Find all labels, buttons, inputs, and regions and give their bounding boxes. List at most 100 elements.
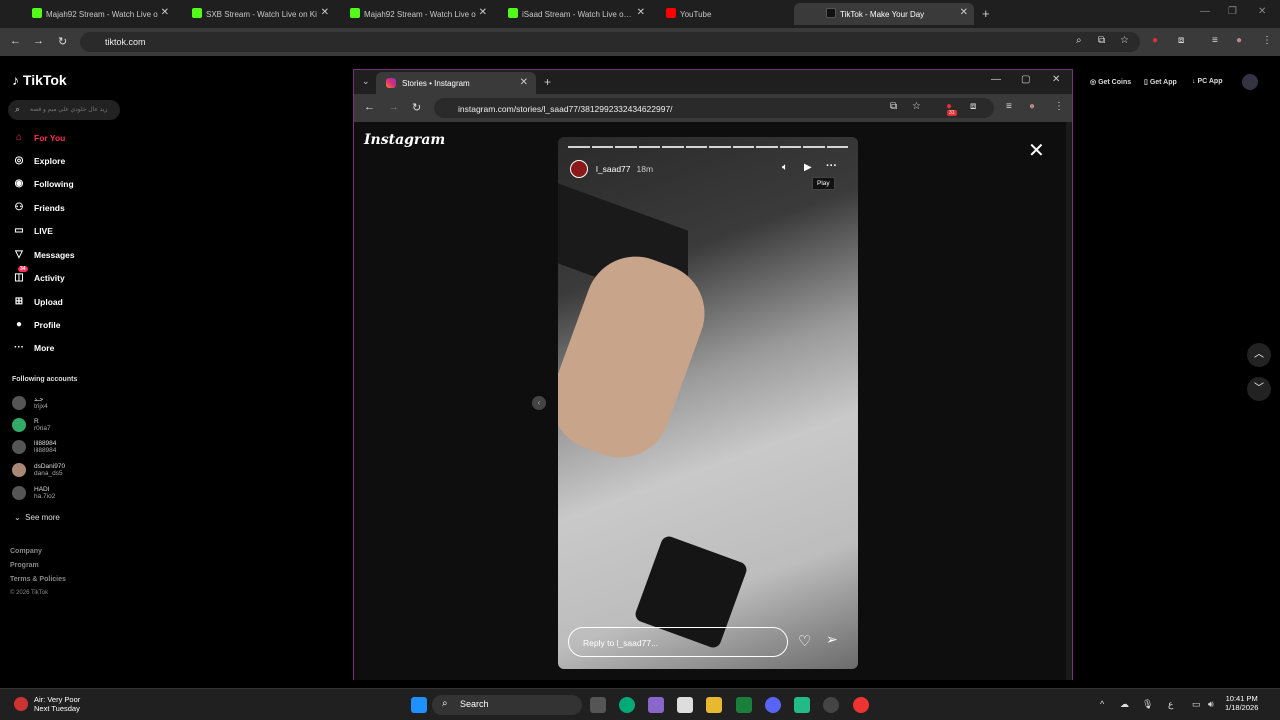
chrome-icon[interactable] xyxy=(853,697,869,713)
reload-icon[interactable]: ↻ xyxy=(58,35,67,48)
language-icon[interactable]: ع xyxy=(1168,699,1173,710)
copilot-icon[interactable] xyxy=(648,697,664,713)
tiktok-search-input[interactable]: ⌕ زيد عال خلودي علي ميم و قصة xyxy=(8,100,120,120)
get-coins-button[interactable]: ◎ Get Coins xyxy=(1090,78,1131,86)
following-account[interactable]: جـد trijx4 xyxy=(12,395,48,410)
weather-widget[interactable]: Air: Very Poor Next Tuesday xyxy=(14,695,80,713)
nav-activity[interactable]: ◫ Activity 34 xyxy=(12,266,65,283)
forward-icon[interactable]: → xyxy=(388,101,399,113)
heart-icon[interactable]: ♡ xyxy=(798,632,811,650)
footer-company-link[interactable]: Company xyxy=(10,548,42,555)
minimize-icon[interactable]: — xyxy=(1200,6,1210,17)
bookmark-star-icon[interactable]: ☆ xyxy=(1120,35,1129,46)
play-icon[interactable]: ▶ xyxy=(804,162,812,173)
following-account[interactable]: Rr0ria7 xyxy=(12,418,51,432)
previous-video-button[interactable]: ︿ xyxy=(1247,343,1271,367)
reply-input[interactable]: Reply to l_saad77... xyxy=(568,627,788,657)
microphone-icon[interactable]: 🎙︎ xyxy=(1142,699,1153,710)
maximize-icon[interactable]: ❐ xyxy=(1228,6,1237,17)
nav-messages[interactable]: ▽ Messages xyxy=(12,249,75,260)
tray-chevron-icon[interactable]: ^ xyxy=(1100,699,1104,709)
network-icon[interactable]: ▭ xyxy=(1192,699,1201,710)
profile-avatar[interactable] xyxy=(1242,74,1258,90)
more-options-icon[interactable]: ··· xyxy=(826,160,837,172)
nav-following[interactable]: ◉ Following xyxy=(12,178,74,189)
app-icon[interactable] xyxy=(794,697,810,713)
browser-menu-icon[interactable]: ⋮ xyxy=(1262,35,1272,46)
close-window-icon[interactable]: ✕ xyxy=(1258,6,1266,17)
story-user[interactable]: l_saad77 18m xyxy=(570,160,653,178)
open-in-browser-icon[interactable]: ⧉ xyxy=(890,101,897,112)
following-account[interactable]: dsDani970 dana_ds5 xyxy=(12,463,65,477)
taskbar-search[interactable]: ⌕ Search xyxy=(432,695,582,715)
browser-tab[interactable]: iSaad Stream - Watch Live on K ✕ xyxy=(476,3,651,25)
install-icon[interactable]: ⧉ xyxy=(1098,35,1105,46)
pc-app-button[interactable]: ↓ PC App xyxy=(1192,78,1222,85)
browser-tab[interactable]: SXB Stream - Watch Live on Ki ✕ xyxy=(160,3,335,25)
back-icon[interactable]: ← xyxy=(364,101,375,113)
footer-terms-link[interactable]: Terms & Policies xyxy=(10,576,66,583)
speaker-icon[interactable]: 🔊︎ xyxy=(1208,699,1214,710)
see-more-button[interactable]: ⌄ See more xyxy=(14,513,60,522)
taskbar-clock[interactable]: 10:41 PM 1/18/2026 xyxy=(1225,694,1258,712)
popup-scrollbar[interactable] xyxy=(1066,122,1072,680)
nav-more[interactable]: ··· More xyxy=(12,342,54,353)
send-icon[interactable]: ➢ xyxy=(826,631,838,648)
media-icon[interactable]: ≡ xyxy=(1212,35,1218,46)
browser-tab-active[interactable]: TikTok - Make Your Day ✕ xyxy=(794,3,974,25)
tiktok-logo[interactable]: ♪ TikTok xyxy=(12,72,67,88)
tab-search-icon[interactable]: ⌄ xyxy=(362,76,370,87)
file-explorer-icon[interactable] xyxy=(706,697,722,713)
profile-avatar-icon[interactable]: ● xyxy=(1236,35,1242,46)
profile-avatar-icon[interactable]: ● xyxy=(1029,101,1035,112)
steam-icon[interactable] xyxy=(823,697,839,713)
start-icon[interactable] xyxy=(411,697,427,713)
bookmark-star-icon[interactable]: ☆ xyxy=(912,101,921,112)
close-story-icon[interactable]: ✕ xyxy=(1028,138,1045,163)
new-tab-icon[interactable]: + xyxy=(544,75,551,89)
previous-story-button[interactable]: ‹ xyxy=(532,396,546,410)
minimize-icon[interactable]: — xyxy=(991,74,1001,85)
new-tab-icon[interactable]: + xyxy=(982,6,990,21)
browser-menu-icon[interactable]: ⋮ xyxy=(1054,101,1064,112)
discord-icon[interactable] xyxy=(765,697,781,713)
extensions-puzzle-icon[interactable]: ⧈ xyxy=(970,101,976,112)
instagram-logo[interactable]: Instagram xyxy=(364,132,445,148)
close-window-icon[interactable]: ✕ xyxy=(1052,74,1060,85)
url-field[interactable]: tiktok.com xyxy=(80,32,1140,52)
task-view-icon[interactable] xyxy=(590,697,606,713)
nav-explore[interactable]: ◎ Explore xyxy=(12,155,66,166)
story-card[interactable]: l_saad77 18m 🔈︎ ▶ ··· Play Reply to l_sa… xyxy=(558,137,858,669)
nav-profile[interactable]: ● Profile xyxy=(12,319,60,330)
close-tab-icon[interactable]: ✕ xyxy=(520,77,528,88)
browser-tab[interactable]: Majah92 Stream - Watch Live o ✕ xyxy=(0,3,175,25)
media-icon[interactable]: ≡ xyxy=(1006,101,1012,112)
footer-program-link[interactable]: Program xyxy=(10,562,39,569)
excel-icon[interactable] xyxy=(736,697,752,713)
extensions-puzzle-icon[interactable]: ⧈ xyxy=(1178,35,1184,46)
account-name: dsDani970 xyxy=(34,463,66,470)
reload-icon[interactable]: ↻ xyxy=(412,101,421,114)
extension-icon[interactable]: ● xyxy=(1152,35,1158,46)
next-video-button[interactable]: ﹀ xyxy=(1247,377,1271,401)
popup-tab[interactable]: Stories • Instagram ✕ xyxy=(376,72,536,94)
edge-icon[interactable] xyxy=(619,697,635,713)
following-account[interactable]: HADI ha.7io2 xyxy=(12,486,55,500)
zoom-icon[interactable]: ⌕ xyxy=(1076,35,1082,46)
nav-live[interactable]: ▭ LIVE xyxy=(12,225,53,236)
browser-tab[interactable]: Majah92 Stream - Watch Live o ✕ xyxy=(318,3,493,25)
maximize-icon[interactable]: ▢ xyxy=(1021,74,1030,85)
forward-icon[interactable]: → xyxy=(33,35,44,47)
get-app-button[interactable]: ▯ Get App xyxy=(1144,78,1177,86)
following-account[interactable]: lil88984 lil88984 xyxy=(12,440,56,454)
nav-upload[interactable]: ⊞ Upload xyxy=(12,296,63,307)
back-icon[interactable]: ← xyxy=(10,35,21,47)
popup-url-field[interactable]: instagram.com/stories/l_saad77/381299233… xyxy=(434,98,994,118)
onedrive-icon[interactable]: ☁ xyxy=(1120,699,1129,710)
close-tab-icon[interactable]: ✕ xyxy=(960,7,968,18)
nav-for-you[interactable]: ⌂ For You xyxy=(12,132,65,143)
volume-icon[interactable]: 🔈︎ xyxy=(782,162,788,173)
store-icon[interactable] xyxy=(677,697,693,713)
browser-tab[interactable]: YouTube ✕ xyxy=(634,3,814,25)
nav-friends[interactable]: ⚇ Friends xyxy=(12,202,65,213)
